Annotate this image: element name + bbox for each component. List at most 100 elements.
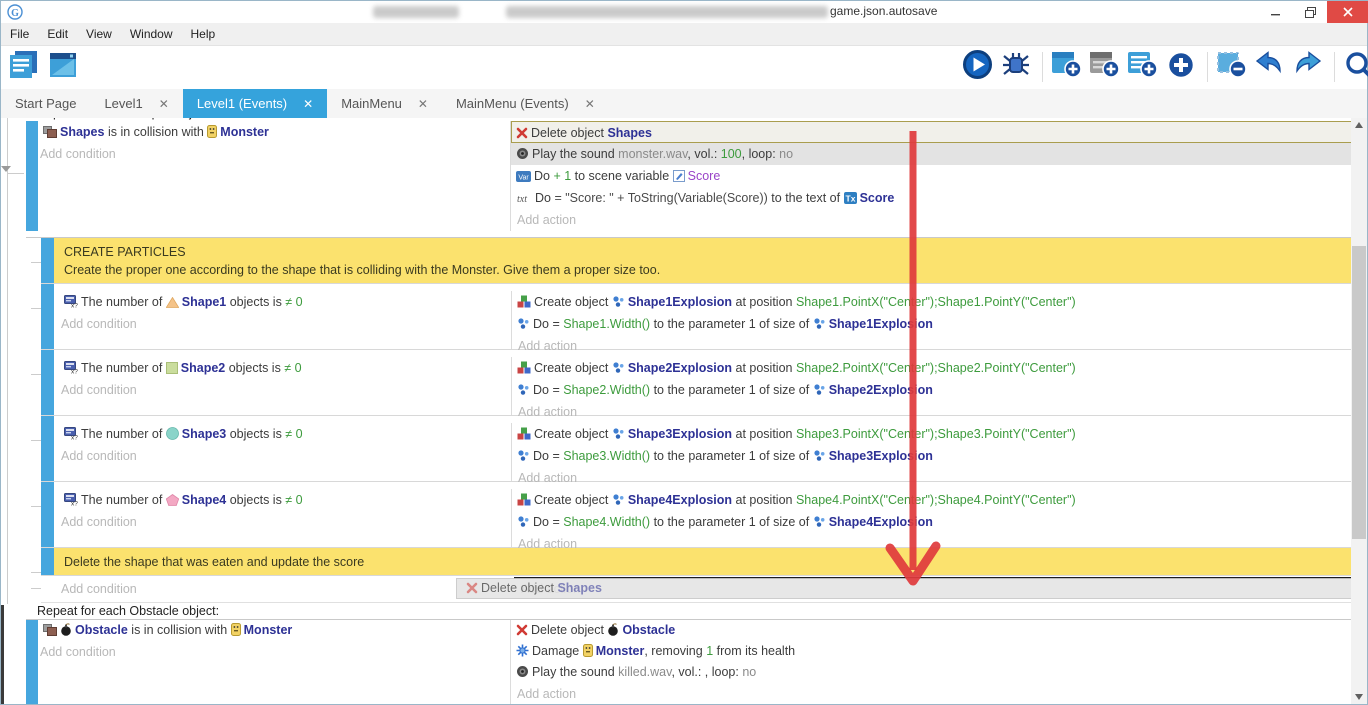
add-condition-link[interactable]: Add condition — [38, 143, 510, 165]
undo-button[interactable] — [1255, 51, 1287, 83]
add-condition-link[interactable]: Add condition — [54, 511, 511, 533]
scrollbar-thumb[interactable] — [1352, 246, 1366, 539]
scroll-down-arrow-icon[interactable] — [1355, 694, 1363, 700]
event-selection-bar[interactable] — [41, 416, 54, 481]
add-event-button[interactable] — [1052, 51, 1084, 83]
object-link[interactable]: Shape1Explosion — [628, 295, 732, 309]
action-row[interactable]: Damage Monster, removing 1 from its heal… — [511, 641, 1353, 662]
play-button[interactable] — [963, 51, 995, 83]
scroll-up-arrow-icon[interactable] — [1355, 122, 1363, 128]
condition-row[interactable]: Obstacle is in collision with Monster — [38, 620, 510, 641]
action-row[interactable]: Do = Shape2.Width() to the parameter 1 o… — [512, 379, 1353, 401]
event-selection-bar[interactable] — [41, 284, 54, 349]
object-link[interactable]: Shape1 — [182, 295, 226, 309]
sub-event[interactable]: x?The number of Shape3 objects is ≠ 0Add… — [41, 416, 1353, 482]
menu-item-file[interactable]: File — [1, 23, 38, 45]
condition-row[interactable]: Shapes is in collision with Monster — [38, 121, 510, 143]
action-row[interactable]: VarDo + 1 to scene variable Score — [511, 165, 1353, 187]
add-comment-button[interactable] — [1128, 51, 1160, 83]
event-selection-bar[interactable] — [41, 350, 54, 415]
sub-event[interactable]: x?The number of Shape2 objects is ≠ 0Add… — [41, 350, 1353, 416]
project-manager-button[interactable] — [9, 51, 41, 83]
empty-event-drop-target[interactable]: Add conditionAdd actionDelete object Sha… — [41, 576, 1353, 603]
scene-editor-button[interactable] — [49, 51, 81, 83]
close-button[interactable] — [1327, 1, 1368, 23]
add-condition-link[interactable]: Add condition — [54, 379, 511, 401]
redo-button[interactable] — [1293, 51, 1325, 83]
action-row[interactable]: Create object Shape4Explosion at positio… — [512, 489, 1353, 511]
object-link[interactable]: Obstacle — [622, 623, 675, 637]
object-link[interactable]: Shape2Explosion — [829, 383, 933, 397]
tab-level1[interactable]: Level1✕ — [90, 89, 182, 118]
object-link[interactable]: Shape2 — [181, 361, 225, 375]
menu-item-view[interactable]: View — [77, 23, 121, 45]
action-row[interactable]: Do = Shape4.Width() to the parameter 1 o… — [512, 511, 1353, 533]
vertical-scrollbar[interactable] — [1351, 118, 1367, 704]
tab-close-icon[interactable]: ✕ — [159, 97, 169, 111]
tab-close-icon[interactable]: ✕ — [585, 97, 595, 111]
object-link[interactable]: Shape4 — [182, 493, 226, 507]
event-selection-bar[interactable] — [41, 548, 54, 575]
object-link[interactable]: Monster — [220, 125, 269, 139]
condition-row[interactable]: x?The number of Shape2 objects is ≠ 0 — [54, 357, 511, 379]
maximize-button[interactable] — [1293, 1, 1327, 23]
event-selection-bar[interactable] — [41, 238, 54, 283]
menu-item-window[interactable]: Window — [121, 23, 182, 45]
event-selection-bar[interactable] — [41, 482, 54, 547]
object-link[interactable]: Obstacle — [75, 623, 128, 637]
add-action-link[interactable]: Add action — [511, 683, 1353, 704]
event-selection-bar[interactable] — [26, 620, 38, 704]
object-link[interactable]: Shapes — [557, 581, 601, 595]
comment-block[interactable]: CREATE PARTICLESCreate the proper one ac… — [41, 238, 1353, 284]
action-row[interactable]: Play the sound monster.wav, vol.: 100, l… — [511, 143, 1353, 165]
object-link[interactable]: Shape3Explosion — [628, 427, 732, 441]
action-row[interactable]: Play the sound killed.wav, vol.: , loop:… — [511, 662, 1353, 683]
object-link[interactable]: Shape4Explosion — [628, 493, 732, 507]
object-link[interactable]: Score — [860, 191, 895, 205]
repeat-event[interactable]: Repeat for each Obstacle object:Obstacle… — [1, 603, 1353, 704]
object-link[interactable]: Shapes — [60, 125, 104, 139]
action-row[interactable]: txtDo = "Score: " + ToString(Variable(Sc… — [511, 187, 1353, 209]
minimize-button[interactable] — [1259, 1, 1293, 23]
condition-row[interactable]: x?The number of Shape4 objects is ≠ 0 — [54, 489, 511, 511]
action-row[interactable]: Do = Shape1.Width() to the parameter 1 o… — [512, 313, 1353, 335]
debug-button[interactable] — [1001, 51, 1033, 83]
tab-start-page[interactable]: Start Page — [1, 89, 90, 118]
object-link[interactable]: Shape1Explosion — [829, 317, 933, 331]
menu-item-edit[interactable]: Edit — [38, 23, 77, 45]
action-row[interactable]: Do = Shape3.Width() to the parameter 1 o… — [512, 445, 1353, 467]
object-link[interactable]: Shapes — [607, 126, 651, 140]
action-row[interactable]: Delete object Obstacle — [511, 620, 1353, 641]
action-row[interactable]: Create object Shape2Explosion at positio… — [512, 357, 1353, 379]
menu-item-help[interactable]: Help — [182, 23, 225, 45]
object-link[interactable]: Shape3 — [182, 427, 226, 441]
action-row[interactable]: Create object Shape3Explosion at positio… — [512, 423, 1353, 445]
add-condition-link[interactable]: Add condition — [54, 313, 511, 335]
tab-close-icon[interactable]: ✕ — [303, 97, 313, 111]
add-circle-button[interactable] — [1166, 51, 1198, 83]
add-action-link[interactable]: Add action — [511, 209, 1353, 231]
condition-row[interactable]: x?The number of Shape3 objects is ≠ 0 — [54, 423, 511, 445]
tab-close-icon[interactable]: ✕ — [418, 97, 428, 111]
condition-row[interactable]: x?The number of Shape1 objects is ≠ 0 — [54, 291, 511, 313]
tab-mainmenu[interactable]: MainMenu✕ — [327, 89, 442, 118]
action-row[interactable]: Delete object Shapes — [511, 121, 1353, 143]
comment-block[interactable]: Delete the shape that was eaten and upda… — [41, 548, 1353, 576]
action-row[interactable]: Create object Shape1Explosion at positio… — [512, 291, 1353, 313]
sub-event[interactable]: x?The number of Shape4 objects is ≠ 0Add… — [41, 482, 1353, 548]
add-condition-link[interactable]: Add condition — [38, 641, 510, 663]
object-link[interactable]: Monster — [244, 623, 293, 637]
tab-mainmenu-events-[interactable]: MainMenu (Events)✕ — [442, 89, 609, 118]
add-condition-link[interactable]: Add condition — [54, 445, 511, 467]
search-button[interactable] — [1344, 51, 1368, 83]
object-link[interactable]: Shape2Explosion — [628, 361, 732, 375]
sub-event[interactable]: x?The number of Shape1 objects is ≠ 0Add… — [41, 284, 1353, 350]
object-link[interactable]: Shape4Explosion — [829, 515, 933, 529]
remove-event-button[interactable] — [1217, 51, 1249, 83]
tab-level1-events-[interactable]: Level1 (Events)✕ — [183, 89, 327, 118]
add-subevent-button[interactable] — [1090, 51, 1122, 83]
repeat-event[interactable]: Repeat for each Shapes object:Shapes is … — [1, 118, 1353, 238]
object-link[interactable]: Monster — [596, 644, 645, 658]
object-link[interactable]: Shape3Explosion — [829, 449, 933, 463]
event-selection-bar[interactable] — [26, 121, 38, 231]
